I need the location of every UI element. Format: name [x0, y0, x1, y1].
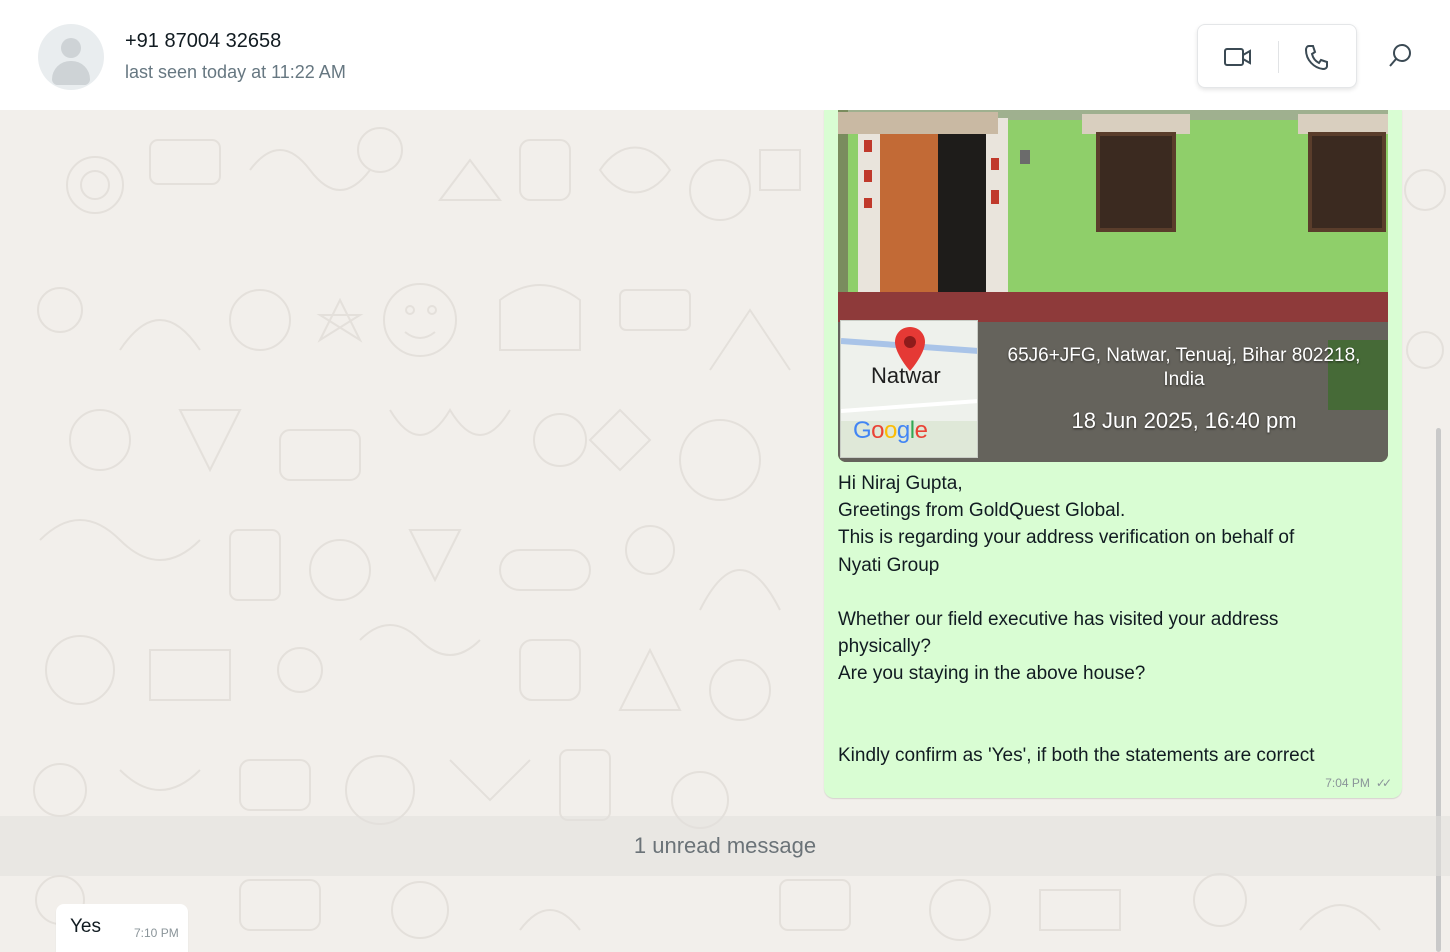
message-line: Whether our field executive has visited …	[838, 608, 1279, 630]
message-line: Greetings from GoldQuest Global.	[838, 500, 1126, 522]
voice-call-button[interactable]	[1294, 35, 1338, 79]
message-line: This is regarding your address verificat…	[838, 527, 1295, 549]
call-button-group	[1197, 24, 1357, 88]
outgoing-message-meta: 7:04 PM ✓✓	[1325, 776, 1392, 790]
search-icon	[1389, 44, 1411, 67]
message-line	[838, 688, 1378, 715]
avatar-head-shape	[61, 38, 81, 58]
unread-divider: 1 unread message	[0, 816, 1450, 876]
geotag-address: 65J6+JFG, Natwar, Tenuaj, Bihar 802218, …	[1007, 345, 1361, 390]
incoming-message-text: Yes	[70, 916, 101, 937]
video-call-icon	[1224, 48, 1251, 66]
last-seen-status: last seen today at 11:22 AM	[125, 62, 346, 82]
message-line: Hi Niraj Gupta,	[838, 473, 963, 494]
incoming-message-bubble[interactable]: Yes 7:10 PM	[56, 904, 188, 952]
chat-header: +91 87004 32658 last seen today at 11:22…	[0, 0, 1450, 110]
unread-count-label: 1 unread message	[633, 833, 817, 858]
message-line: Nyati Group	[838, 554, 940, 576]
map-pin-icon	[895, 327, 925, 371]
message-line: physically?	[838, 636, 931, 658]
map-thumbnail[interactable]: Natwar Google	[840, 320, 978, 458]
call-group-divider	[1278, 41, 1279, 73]
video-call-button[interactable]	[1216, 35, 1260, 79]
voice-call-icon	[1304, 45, 1328, 71]
outgoing-message-time: 7:04 PM	[1325, 776, 1370, 790]
message-text: Hi Niraj Gupta, Greetings from GoldQuest…	[838, 470, 1378, 769]
contact-avatar[interactable]	[38, 24, 104, 90]
message-line: Kindly confirm as 'Yes', if both the sta…	[838, 744, 1315, 766]
chat-panel[interactable]: Natwar Google 65J6+JFG, Natwar, Tenuaj, …	[0, 110, 1450, 952]
avatar-body-shape	[52, 61, 90, 85]
incoming-message-time: 7:10 PM	[134, 926, 179, 940]
google-logo: Google	[853, 417, 928, 444]
geotag-datetime: 18 Jun 2025, 16:40 pm	[1071, 408, 1297, 433]
contact-name[interactable]: +91 87004 32658	[125, 30, 281, 53]
message-line	[838, 579, 1378, 606]
double-check-icon: ✓✓	[1375, 776, 1392, 790]
message-line: Are you staying in the above house?	[838, 663, 1146, 685]
message-line	[838, 715, 1378, 742]
search-button[interactable]	[1378, 34, 1422, 78]
outgoing-message-bubble[interactable]: Natwar Google 65J6+JFG, Natwar, Tenuaj, …	[824, 110, 1402, 798]
location-photo-attachment[interactable]: Natwar Google 65J6+JFG, Natwar, Tenuaj, …	[838, 110, 1388, 462]
